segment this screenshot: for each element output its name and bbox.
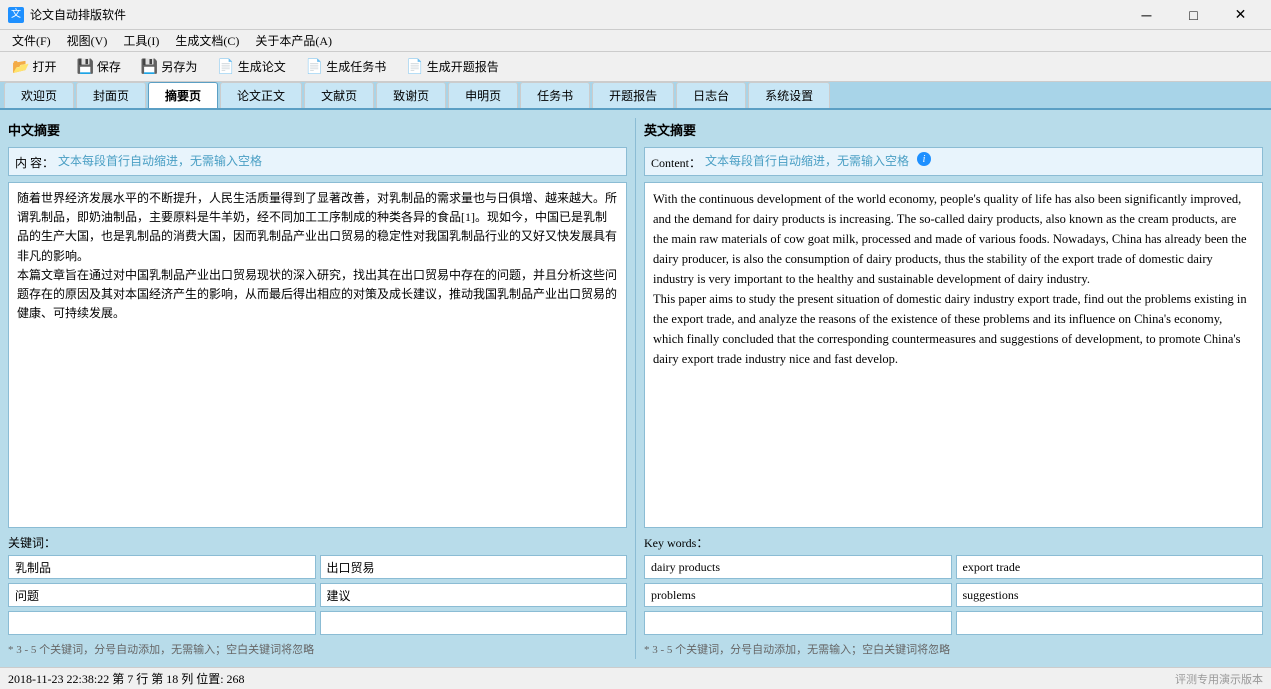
menu-file[interactable]: 文件(F) <box>4 30 59 51</box>
english-keywords-grid <box>644 555 1263 635</box>
save-label: 保存 <box>97 58 121 75</box>
window-controls: ─ □ ✕ <box>1124 0 1263 30</box>
english-keywords-label: Key words： <box>644 534 1263 551</box>
open-button[interactable]: 📂 打开 <box>6 56 62 77</box>
chinese-keyword-6[interactable] <box>320 611 628 635</box>
main-content: 中文摘要 内 容： 文本每段首行自动缩进，无需输入空格 随着世界经济发展水平的不… <box>0 110 1271 667</box>
title-bar: 文 论文自动排版软件 ─ □ ✕ <box>0 0 1271 30</box>
menu-view[interactable]: 视图(V) <box>59 30 116 51</box>
tab-cover[interactable]: 封面页 <box>76 82 146 108</box>
menu-about[interactable]: 关于本产品(A) <box>247 30 340 51</box>
english-keyword-3[interactable] <box>644 583 952 607</box>
generate-proposal-icon: 📄 <box>406 58 423 75</box>
generate-paper-button[interactable]: 📄 生成论文 <box>211 56 291 77</box>
save-button[interactable]: 💾 保存 <box>70 56 126 77</box>
toolbar: 📂 打开 💾 保存 💾 另存为 📄 生成论文 📄 生成任务书 📄 生成开题报告 <box>0 52 1271 82</box>
maximize-button[interactable]: □ <box>1171 0 1216 30</box>
app-icon: 文 <box>8 7 24 23</box>
english-keyword-5[interactable] <box>644 611 952 635</box>
generate-proposal-button[interactable]: 📄 生成开题报告 <box>400 56 504 77</box>
english-keyword-4[interactable] <box>956 583 1264 607</box>
tab-bar: 欢迎页 封面页 摘要页 论文正文 文献页 致谢页 申明页 任务书 开题报告 日志… <box>0 82 1271 110</box>
generate-task-button[interactable]: 📄 生成任务书 <box>300 56 392 77</box>
tab-declaration[interactable]: 申明页 <box>448 82 518 108</box>
english-keyword-2[interactable] <box>956 555 1264 579</box>
menu-bar: 文件(F) 视图(V) 工具(I) 生成文档(C) 关于本产品(A) <box>0 30 1271 52</box>
panel-divider <box>635 118 636 659</box>
watermark-text: 评测专用演示版本 <box>1175 671 1263 687</box>
minimize-button[interactable]: ─ <box>1124 0 1169 30</box>
generate-proposal-label: 生成开题报告 <box>427 58 499 75</box>
chinese-keyword-1[interactable] <box>8 555 316 579</box>
save-icon: 💾 <box>76 58 93 75</box>
english-content-header: Content： 文本每段首行自动缩进，无需输入空格 i <box>644 147 1263 176</box>
info-icon[interactable]: i <box>917 152 931 166</box>
english-keyword-1[interactable] <box>644 555 952 579</box>
english-abstract-text[interactable]: With the continuous development of the w… <box>644 182 1263 528</box>
chinese-abstract-title: 中文摘要 <box>8 118 627 141</box>
english-content-hint[interactable]: 文本每段首行自动缩进，无需输入空格 <box>705 152 909 169</box>
generate-paper-label: 生成论文 <box>238 58 286 75</box>
chinese-content-header: 内 容： 文本每段首行自动缩进，无需输入空格 <box>8 147 627 176</box>
tab-acknowledgement[interactable]: 致谢页 <box>376 82 446 108</box>
tab-welcome[interactable]: 欢迎页 <box>4 82 74 108</box>
chinese-keywords-section: 关键词： * 3 - 5 个关键词，分号自动添加，无需输入；空白关键词将忽略 <box>8 534 627 659</box>
chinese-keyword-2[interactable] <box>320 555 628 579</box>
menu-generate-doc[interactable]: 生成文档(C) <box>167 30 247 51</box>
status-bar: 2018-11-23 22:38:22 第 7 行 第 18 列 位置: 268… <box>0 667 1271 689</box>
close-button[interactable]: ✕ <box>1218 0 1263 30</box>
chinese-keywords-hint: * 3 - 5 个关键词，分号自动添加，无需输入；空白关键词将忽略 <box>8 639 627 659</box>
chinese-keywords-label: 关键词： <box>8 534 627 551</box>
tab-taskbook[interactable]: 任务书 <box>520 82 590 108</box>
chinese-keyword-5[interactable] <box>8 611 316 635</box>
chinese-abstract-text[interactable]: 随着世界经济发展水平的不断提升，人民生活质量得到了显著改善，对乳制品的需求量也与… <box>8 182 627 528</box>
save-as-label: 另存为 <box>161 58 197 75</box>
tab-proposal[interactable]: 开题报告 <box>592 82 674 108</box>
app-title: 论文自动排版软件 <box>30 6 1124 23</box>
status-info: 2018-11-23 22:38:22 第 7 行 第 18 列 位置: 268 <box>8 670 245 687</box>
english-keywords-hint: * 3 - 5 个关键词，分号自动添加，无需输入；空白关键词将忽略 <box>644 639 1263 659</box>
generate-task-icon: 📄 <box>306 58 323 75</box>
tab-body[interactable]: 论文正文 <box>220 82 302 108</box>
chinese-content-label: 内 容： <box>15 152 54 171</box>
tab-references[interactable]: 文献页 <box>304 82 374 108</box>
english-keywords-section: Key words： * 3 - 5 个关键词，分号自动添加，无需输入；空白关键… <box>644 534 1263 659</box>
save-as-icon: 💾 <box>141 58 158 75</box>
tab-settings[interactable]: 系统设置 <box>748 82 830 108</box>
menu-tools[interactable]: 工具(I) <box>115 30 167 51</box>
english-abstract-title: 英文摘要 <box>644 118 1263 141</box>
chinese-content-hint[interactable]: 文本每段首行自动缩进，无需输入空格 <box>58 152 262 169</box>
english-keyword-6[interactable] <box>956 611 1264 635</box>
generate-task-label: 生成任务书 <box>326 58 386 75</box>
chinese-keyword-3[interactable] <box>8 583 316 607</box>
chinese-keyword-4[interactable] <box>320 583 628 607</box>
open-label: 打开 <box>32 58 56 75</box>
tab-abstract[interactable]: 摘要页 <box>148 82 218 108</box>
open-icon: 📂 <box>12 58 29 75</box>
chinese-abstract-panel: 中文摘要 内 容： 文本每段首行自动缩进，无需输入空格 随着世界经济发展水平的不… <box>8 118 627 659</box>
tab-log[interactable]: 日志台 <box>676 82 746 108</box>
save-as-button[interactable]: 💾 另存为 <box>135 56 203 77</box>
generate-paper-icon: 📄 <box>217 58 234 75</box>
english-content-label: Content： <box>651 152 701 171</box>
english-abstract-panel: 英文摘要 Content： 文本每段首行自动缩进，无需输入空格 i With t… <box>644 118 1263 659</box>
chinese-keywords-grid <box>8 555 627 635</box>
